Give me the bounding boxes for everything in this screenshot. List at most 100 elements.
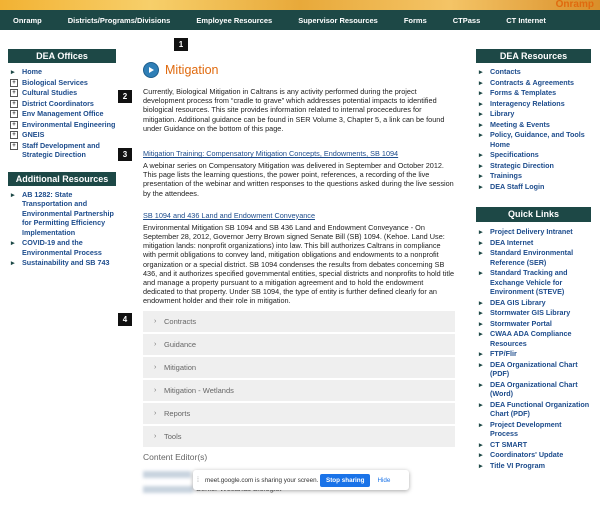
dea-office-item[interactable]: ▸ Home [8,67,116,77]
sb-1094-link[interactable]: SB 1094 and 436 Land and Endowment Conve… [143,211,455,220]
hide-button[interactable]: Hide [377,477,390,484]
accordion-contracts[interactable]: › Contracts [143,311,455,334]
arrow-bullet-icon: ▸ [479,297,483,307]
dea-office-item[interactable]: + Staff Development and Strategic Directi… [8,141,116,160]
expand-plus-icon[interactable]: + [10,141,18,150]
expand-plus-icon[interactable]: + [10,78,18,87]
dea-resource-item[interactable]: ▸ Contracts & Agreements [476,78,591,88]
quick-link-item[interactable]: ▸ Project Delivery Intranet [476,227,591,237]
top-nav: Onramp Districts/Programs/Divisions Empl… [0,10,600,30]
arrow-bullet-icon: ▸ [479,349,483,358]
quick-link-item[interactable]: ▸ DEA Functional Organization Chart (PDF) [476,400,591,419]
play-icon[interactable] [143,62,159,78]
chevron-right-icon: › [154,433,157,440]
quick-links-heading: Quick Links [476,207,591,222]
redacted-editor-name [143,471,191,478]
dea-offices-heading: DEA Offices [8,49,116,63]
dea-resource-item[interactable]: ▸ Trainings [476,171,591,181]
nav-item-employee-resources[interactable]: Employee Resources [183,16,285,25]
quick-link-item[interactable]: ▸ DEA Organizational Chart (Word) [476,380,591,399]
redacted-editor-name [143,486,193,493]
dea-resource-item[interactable]: ▸ Strategic Direction [476,161,591,171]
accordion-mitigation[interactable]: › Mitigation [143,357,455,380]
quick-link-item[interactable]: ▸ Coordinators' Update [476,450,591,460]
quick-link-item[interactable]: ▸ Standard Environmental Reference (SER) [476,248,591,267]
page-title: Mitigation [165,63,219,77]
chevron-right-icon: › [154,341,157,348]
additional-resource-item[interactable]: ▸ Sustainability and SB 743 [8,258,116,268]
expand-plus-icon[interactable]: + [10,99,18,108]
arrow-bullet-icon: ▸ [479,77,483,87]
dea-resource-item[interactable]: ▸ DEA Staff Login [476,182,591,192]
quick-link-item[interactable]: ▸ CWAA ADA Compliance Resources [476,329,591,348]
nav-item-ct-internet[interactable]: CT Internet [493,16,559,25]
additional-resource-item[interactable]: ▸ AB 1282: State Transportation and Envir… [8,190,116,238]
chevron-right-icon: › [154,387,157,394]
arrow-bullet-icon: ▸ [11,189,15,199]
dea-office-item[interactable]: + Environmental Engineering [8,120,116,130]
quick-link-item[interactable]: ▸ DEA GIS Library [476,298,591,308]
dea-resource-item[interactable]: ▸ Library [476,109,591,119]
arrow-bullet-icon: ▸ [479,329,483,338]
accordion-mitigation-wetlands[interactable]: › Mitigation - Wetlands [143,380,455,403]
expand-plus-icon[interactable]: + [10,131,18,139]
page-title-row: Mitigation [143,60,455,80]
arrow-bullet-icon: ▸ [479,130,483,139]
sb-1094-paragraph: Environmental Mitigation SB 1094 and SB … [143,222,455,306]
quick-link-item[interactable]: ▸ CT SMART [476,440,591,450]
nav-item-districts[interactable]: Districts/Programs/Divisions [55,16,184,25]
quick-link-item[interactable]: ▸ DEA Organizational Chart (PDF) [476,360,591,379]
arrow-bullet-icon: ▸ [479,88,483,97]
expand-plus-icon[interactable]: + [10,120,18,129]
quick-link-item[interactable]: ▸ Stormwater Portal [476,319,591,329]
dea-resource-item[interactable]: ▸ Interagency Relations [476,99,591,109]
dea-resource-item[interactable]: ▸ Forms & Templates [476,88,591,98]
screen-share-bar: ⁞ meet.google.com is sharing your screen… [193,470,409,490]
quick-link-item[interactable]: ▸ Title VI Program [476,461,591,471]
dea-office-item[interactable]: + Env Management Office [8,109,116,119]
additional-resource-item[interactable]: ▸ COVID-19 and the Environmental Process [8,238,116,257]
quick-link-item[interactable]: ▸ Standard Tracking and Exchange Vehicle … [476,268,591,297]
arrow-bullet-icon: ▸ [479,171,483,180]
arrow-bullet-icon: ▸ [479,308,483,317]
accordion-reports[interactable]: › Reports [143,403,455,426]
accordion-guidance[interactable]: › Guidance [143,334,455,357]
stop-sharing-button[interactable]: Stop sharing [320,473,371,487]
additional-resources-heading: Additional Resources [8,171,116,186]
chevron-right-icon: › [154,318,157,325]
nav-item-onramp[interactable]: Onramp [0,16,55,25]
quick-link-item[interactable]: ▸ Project Development Process [476,420,591,439]
arrow-bullet-icon: ▸ [11,67,15,76]
nav-item-supervisor-resources[interactable]: Supervisor Resources [285,16,391,25]
arrow-bullet-icon: ▸ [479,268,483,277]
dea-office-item[interactable]: + District Coordinators [8,99,116,109]
nav-item-forms[interactable]: Forms [391,16,440,25]
quick-link-item[interactable]: ▸ DEA Internet [476,238,591,248]
expand-plus-icon[interactable]: + [10,110,18,118]
dea-resource-item[interactable]: ▸ Policy, Guidance, and Tools Home [476,130,591,149]
arrow-bullet-icon: ▸ [11,258,15,267]
expand-plus-icon[interactable]: + [10,89,18,97]
dea-office-item[interactable]: + Cultural Studies [8,88,116,98]
dea-office-item[interactable]: + Biological Services [8,78,116,88]
share-message: meet.google.com is sharing your screen. [205,476,319,484]
training-link[interactable]: Mitigation Training: Compensatory Mitiga… [143,149,455,158]
annotation-marker-2: 2 [118,90,132,103]
quick-link-item[interactable]: ▸ FTP/Flir [476,349,591,359]
accordion-tools[interactable]: › Tools [143,426,455,449]
dea-resource-item[interactable]: ▸ Contacts [476,67,591,77]
arrow-bullet-icon: ▸ [479,109,483,118]
dea-office-item[interactable]: + GNEIS [8,130,116,140]
dea-resources-list: ▸ Contacts ▸ Contracts & Agreements ▸ Forms… [476,67,591,191]
arrow-bullet-icon: ▸ [479,359,483,369]
dea-resource-item[interactable]: ▸ Specifications [476,150,591,160]
annotation-marker-4: 4 [118,313,132,326]
arrow-bullet-icon: ▸ [479,98,483,108]
accordion: › Contracts › Guidance › Mitigation › Mitiga… [143,311,455,449]
drag-handle-icon[interactable]: ⁞ [193,477,203,484]
brand-logo-text[interactable]: Onramp [556,0,594,10]
dea-resource-item[interactable]: ▸ Meeting & Events [476,120,591,130]
nav-item-ctpass[interactable]: CTPass [440,16,494,25]
quick-link-item[interactable]: ▸ Stormwater GIS Library [476,308,591,318]
training-paragraph: A webinar series on Compensatory Mitigat… [143,161,454,198]
